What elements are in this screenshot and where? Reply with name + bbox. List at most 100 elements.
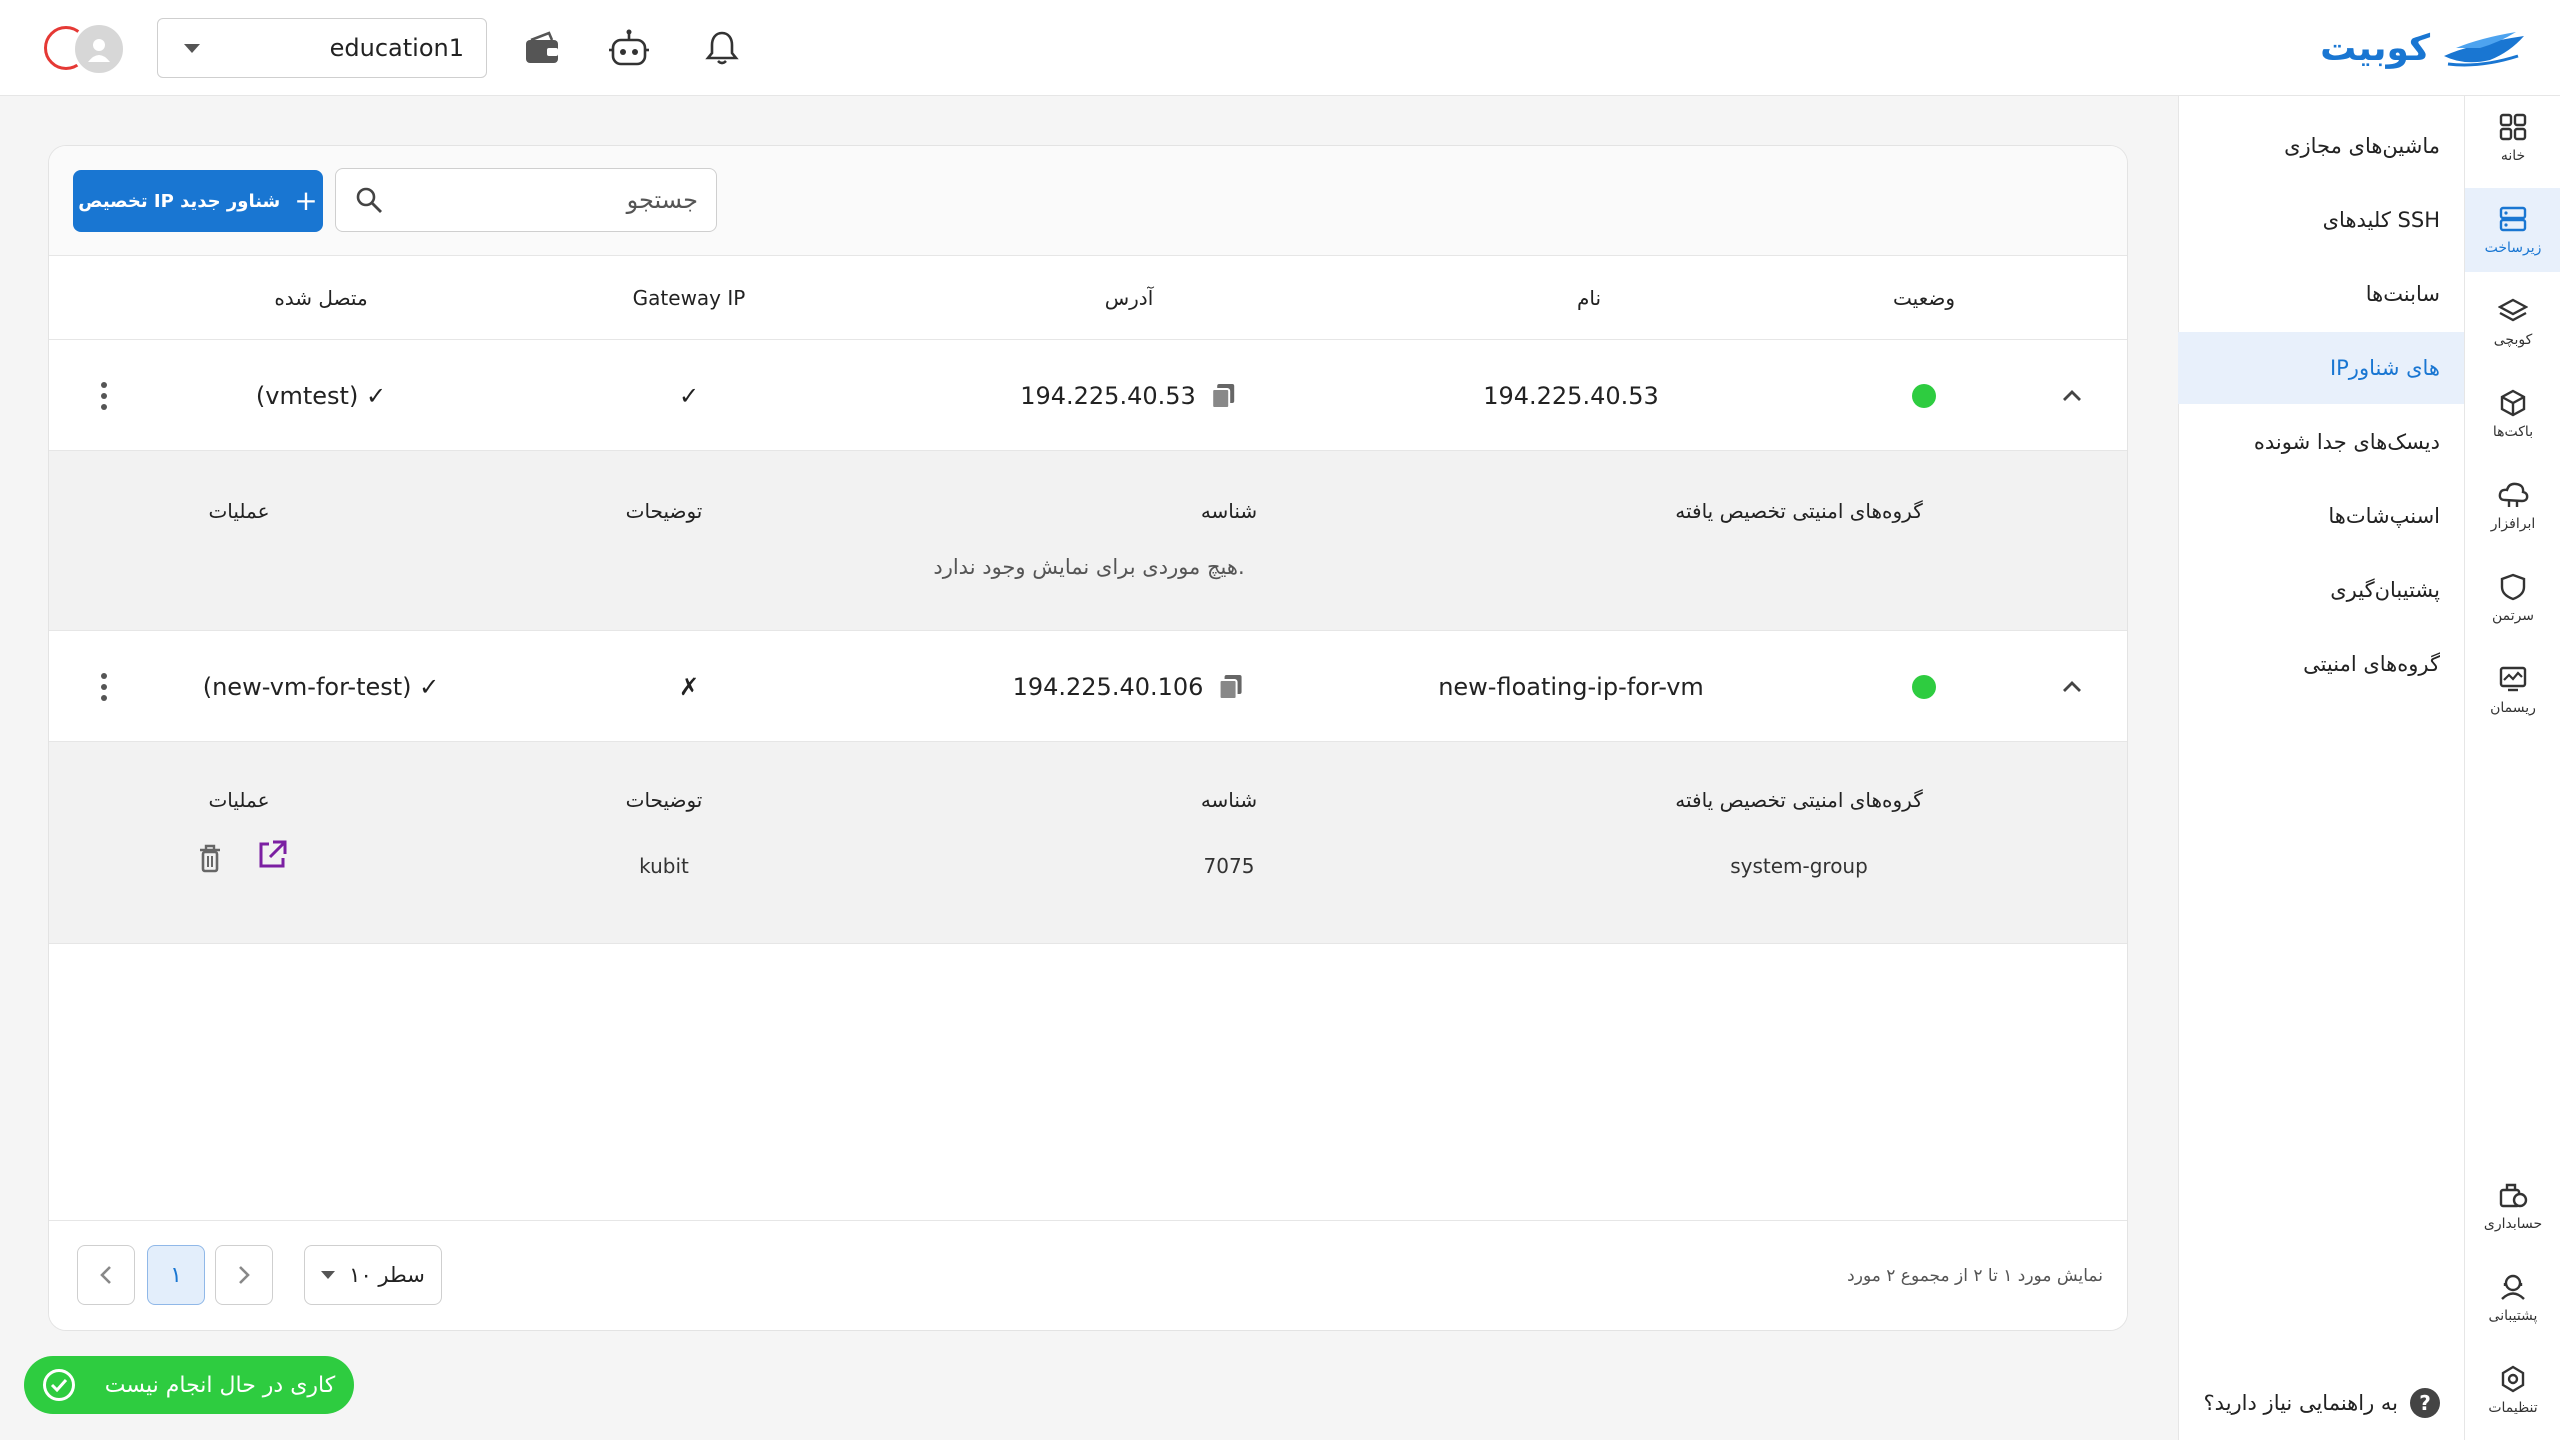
chevron-up-icon[interactable] bbox=[2057, 672, 2087, 702]
logo[interactable]: کوبیت bbox=[2320, 24, 2526, 72]
connected-cell: (vmtest) ✓ bbox=[255, 381, 387, 410]
detail-header-actions: عملیات bbox=[208, 788, 270, 812]
rail-item-infrastructure[interactable]: زیرساخت bbox=[2465, 188, 2560, 272]
help-link[interactable]: به راهنمایی نیاز دارید؟ ? bbox=[2204, 1388, 2440, 1418]
column-header-status: وضعیت bbox=[1893, 286, 1955, 310]
project-select[interactable]: education1 bbox=[157, 18, 487, 78]
chevron-up-icon[interactable] bbox=[2057, 381, 2087, 411]
secondary-nav: ماشین‌های مجازی کلیدهای SSH سابنت‌ها IPه… bbox=[2178, 96, 2464, 1440]
status-cell bbox=[1912, 632, 1936, 741]
detail-header-groups: گروه‌های امنیتی تخصیص یافته bbox=[1675, 788, 1923, 812]
search-icon[interactable] bbox=[354, 185, 384, 215]
trash-icon[interactable] bbox=[195, 842, 225, 874]
rail-item-label: ابرافزار bbox=[2490, 516, 2536, 532]
empty-state-text: هیچ موردی برای نمایش وجود ندارد. bbox=[933, 555, 1245, 579]
detail-header-id: شناسه bbox=[1200, 499, 1258, 523]
toast-text: کاری در حال انجام نیست bbox=[104, 1372, 336, 1398]
grid-icon bbox=[2499, 113, 2527, 141]
submenu-item-subnets[interactable]: سابنت‌ها bbox=[2178, 258, 2464, 330]
detail-id-value: 7075 bbox=[1203, 854, 1255, 878]
rail-item-label: حسابداری bbox=[2483, 1216, 2543, 1232]
rows-per-page-select[interactable]: ۱۰ سطر bbox=[304, 1245, 442, 1305]
connected-cell: (new-vm-for-test) ✓ bbox=[202, 672, 440, 701]
cloud-icon bbox=[2498, 482, 2529, 507]
rail-item-cloud[interactable]: ابرافزار bbox=[2465, 464, 2560, 548]
column-header-connected: متصل شده bbox=[274, 286, 368, 310]
table-row[interactable]: new-floating-ip-for-vm 194.225.40.106 ✗ … bbox=[49, 632, 2127, 742]
logo-ship-icon bbox=[2444, 32, 2524, 67]
row-detail-panel: گروه‌های امنیتی تخصیص یافته شناسه توضیحا… bbox=[49, 451, 2127, 631]
help-text: به راهنمایی نیاز دارید؟ bbox=[2203, 1391, 2398, 1415]
rail-item-home[interactable]: خانه bbox=[2465, 96, 2560, 180]
detail-header-id: شناسه bbox=[1200, 788, 1258, 812]
help-icon: ? bbox=[2410, 1388, 2440, 1418]
detail-group-value: system-group bbox=[1730, 854, 1868, 878]
column-header-address: آدرس bbox=[1104, 286, 1154, 310]
submenu-item-snapshots[interactable]: اسنپ‌شات‌ها bbox=[2178, 480, 2464, 552]
search-input[interactable] bbox=[408, 186, 698, 214]
pagination-range-text: نمایش مورد ۱ تا ۲ از مجموع ۲ مورد bbox=[1847, 1266, 2103, 1286]
status-cell bbox=[1912, 341, 1936, 450]
rail-item-label: زیرساخت bbox=[2484, 240, 2542, 256]
bell-icon[interactable] bbox=[700, 26, 744, 70]
address-value: 194.225.40.106 bbox=[1012, 672, 1204, 701]
rail-item-settings[interactable]: تنظیمات bbox=[2465, 1348, 2560, 1432]
copy-icon[interactable] bbox=[1215, 672, 1245, 702]
support-icon bbox=[2501, 1274, 2525, 1300]
rail-item-label: پشتیبانی bbox=[2488, 1308, 2538, 1324]
rail-item-buckets[interactable]: باکت‌ها bbox=[2465, 372, 2560, 456]
submenu-item-backups[interactable]: پشتیبان‌گیری bbox=[2178, 554, 2464, 626]
prev-page-button[interactable] bbox=[77, 1245, 135, 1305]
user-avatar[interactable] bbox=[44, 22, 134, 76]
table-header: وضعیت نام آدرس Gateway IP متصل شده bbox=[49, 256, 2127, 340]
toolbar: تخصیص IP شناور جدید + bbox=[49, 146, 2127, 256]
submenu-item-volumes[interactable]: دیسک‌های جدا شونده bbox=[2178, 406, 2464, 478]
rail-item-risman[interactable]: ریسمان bbox=[2465, 648, 2560, 732]
primary-nav-rail: خانه زیرساخت کوبچی باکت‌ها ابرافزار سرتم… bbox=[2464, 96, 2560, 1440]
top-bar: کوبیت education1 bbox=[0, 0, 2560, 96]
table-footer: ۱ ۱۰ سطر نمایش مورد ۱ تا ۲ از مجموع ۲ مو… bbox=[49, 1220, 2127, 1330]
next-page-button[interactable] bbox=[215, 1245, 273, 1305]
rail-item-label: تنظیمات bbox=[2488, 1400, 2538, 1416]
task-status-toast[interactable]: کاری در حال انجام نیست bbox=[24, 1356, 354, 1414]
plus-icon: + bbox=[294, 184, 318, 217]
allocate-floating-ip-button[interactable]: تخصیص IP شناور جدید + bbox=[73, 170, 323, 232]
rail-item-kubchi[interactable]: کوبچی bbox=[2465, 280, 2560, 364]
name-cell: 194.225.40.53 bbox=[1483, 381, 1659, 410]
shield-icon bbox=[2500, 573, 2526, 601]
submenu-item-security-groups[interactable]: گروه‌های امنیتی bbox=[2178, 628, 2464, 700]
user-icon bbox=[72, 22, 126, 76]
rail-item-accounting[interactable]: حسابداری bbox=[2465, 1164, 2560, 1248]
chevron-right-icon bbox=[239, 1266, 250, 1284]
detail-header-description: توضیحات bbox=[625, 788, 703, 812]
chevron-left-icon bbox=[100, 1266, 111, 1284]
submenu-item-floating-ips[interactable]: IPهای شناور bbox=[2178, 332, 2464, 404]
open-external-icon[interactable] bbox=[255, 838, 289, 872]
submenu-item-vms[interactable]: ماشین‌های مجازی bbox=[2178, 110, 2464, 182]
wallet-icon[interactable] bbox=[520, 26, 564, 70]
floating-ip-card: تخصیص IP شناور جدید + وضعیت نام آدرس Gat… bbox=[48, 145, 2128, 1331]
rows-per-page-value: ۱۰ سطر bbox=[349, 1263, 425, 1287]
rail-item-label: ریسمان bbox=[2490, 700, 2536, 716]
rail-item-sartaman[interactable]: سرتمن bbox=[2465, 556, 2560, 640]
more-vertical-icon[interactable] bbox=[89, 667, 119, 707]
detail-header-actions: عملیات bbox=[208, 499, 270, 523]
robot-icon[interactable] bbox=[607, 26, 651, 70]
copy-icon[interactable] bbox=[1208, 381, 1238, 411]
column-header-name: نام bbox=[1576, 286, 1602, 310]
detail-description-value: kubit bbox=[639, 854, 689, 878]
server-icon bbox=[2499, 206, 2527, 232]
page-button-current[interactable]: ۱ bbox=[147, 1245, 205, 1305]
check-circle-icon bbox=[42, 1369, 75, 1401]
detail-header-description: توضیحات bbox=[625, 499, 703, 523]
table-row[interactable]: 194.225.40.53 194.225.40.53 ✓ (vmtest) ✓ bbox=[49, 341, 2127, 451]
chevron-down-icon bbox=[184, 43, 200, 53]
accounting-icon bbox=[2499, 1183, 2528, 1208]
more-vertical-icon[interactable] bbox=[89, 376, 119, 416]
rail-item-support[interactable]: پشتیبانی bbox=[2465, 1256, 2560, 1340]
row-detail-panel: گروه‌های امنیتی تخصیص یافته شناسه توضیحا… bbox=[49, 742, 2127, 944]
submenu-item-ssh-keys[interactable]: کلیدهای SSH bbox=[2178, 184, 2464, 256]
rail-item-label: خانه bbox=[2500, 148, 2526, 164]
address-value: 194.225.40.53 bbox=[1020, 381, 1196, 410]
chevron-down-icon bbox=[321, 1271, 336, 1279]
